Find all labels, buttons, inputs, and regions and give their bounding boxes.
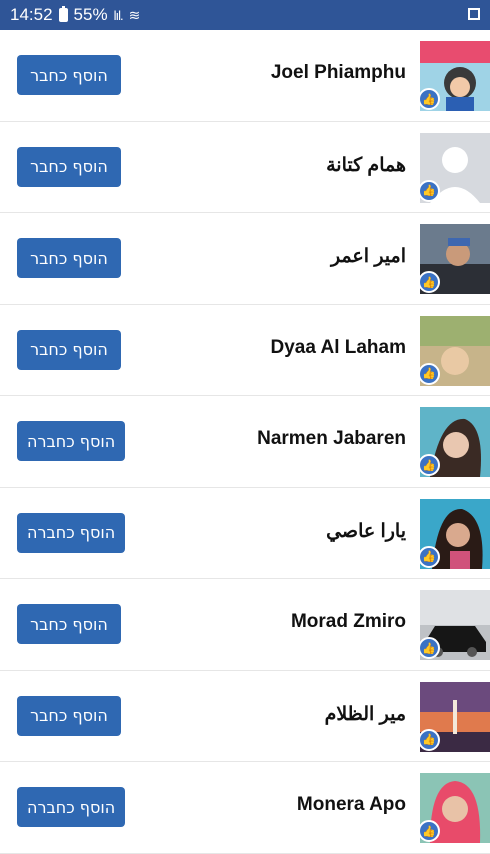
add-friend-button[interactable]: הוסף כחבר (17, 695, 121, 736)
friend-suggestions-list: הוסף כחבר Joel Phiamphu 👍 הוסף כחבר همام… (0, 30, 490, 854)
battery-percent: 55% (73, 5, 108, 24)
add-friend-button[interactable]: הוסף כחבר (17, 55, 121, 95)
add-friend-button[interactable]: הוסף כחבר (17, 146, 121, 187)
like-badge-icon: 👍 (418, 88, 440, 110)
friend-row: הוסף כחברה Monera Apo 👍 (0, 762, 490, 854)
add-friend-button[interactable]: הוסף כחברה (17, 421, 126, 461)
friend-row: הוסף כחבר Joel Phiamphu 👍 (0, 30, 490, 122)
friend-name[interactable]: امير اعمر (331, 245, 406, 268)
friend-row: הוסף כחבר Morad Zmiro 👍 (0, 579, 490, 671)
friend-name[interactable]: Joel Phiamphu (271, 62, 406, 84)
like-badge-icon: 👍 (418, 637, 440, 659)
like-badge-icon: 👍 (418, 728, 440, 751)
signal-icon: lıl. (113, 7, 124, 23)
like-badge-icon: 👍 (418, 454, 440, 476)
add-friend-button[interactable]: הוסף כחבר (17, 604, 121, 644)
friend-name[interactable]: يارا عاصي (326, 520, 406, 543)
friend-row: הוסף כחבר امير اعمر 👍 (0, 213, 490, 305)
friend-row: הוסף כחברה يارا عاصي 👍 (0, 488, 490, 579)
friend-name[interactable]: مير الظلام (325, 703, 406, 726)
status-right (468, 5, 480, 25)
friend-name[interactable]: Dyaa Al Laham (270, 337, 406, 359)
add-friend-button[interactable]: הוסף כחבר (17, 238, 121, 278)
status-time: 14:52 (10, 5, 53, 24)
friend-row: הוסף כחבר Dyaa Al Laham 👍 (0, 305, 490, 396)
status-left: 14:52 55% lıl. ≋ (10, 5, 140, 25)
friend-name[interactable]: همام كتانة (326, 154, 406, 177)
add-friend-button[interactable]: הוסף כחבר (17, 329, 121, 370)
wifi-icon: ≋ (128, 6, 141, 23)
status-bar: 14:52 55% lıl. ≋ (0, 0, 490, 30)
friend-row: הוסף כחברה Narmen Jabaren 👍 (0, 396, 490, 488)
like-badge-icon: 👍 (418, 179, 440, 202)
friend-row: הוסף כחבר همام كتانة 👍 (0, 122, 490, 213)
like-badge-icon: 👍 (418, 545, 440, 568)
like-badge-icon: 👍 (418, 271, 440, 293)
gallery-icon (468, 8, 480, 20)
like-badge-icon: 👍 (418, 820, 440, 842)
battery-icon (58, 6, 68, 22)
friend-row: הוסף כחבר مير الظلام 👍 (0, 671, 490, 762)
friend-name[interactable]: Monera Apo (297, 794, 406, 816)
friend-name[interactable]: Narmen Jabaren (257, 428, 406, 450)
add-friend-button[interactable]: הוסף כחברה (17, 512, 126, 553)
friend-name[interactable]: Morad Zmiro (291, 611, 406, 633)
add-friend-button[interactable]: הוסף כחברה (17, 787, 126, 827)
like-badge-icon: 👍 (418, 362, 440, 385)
